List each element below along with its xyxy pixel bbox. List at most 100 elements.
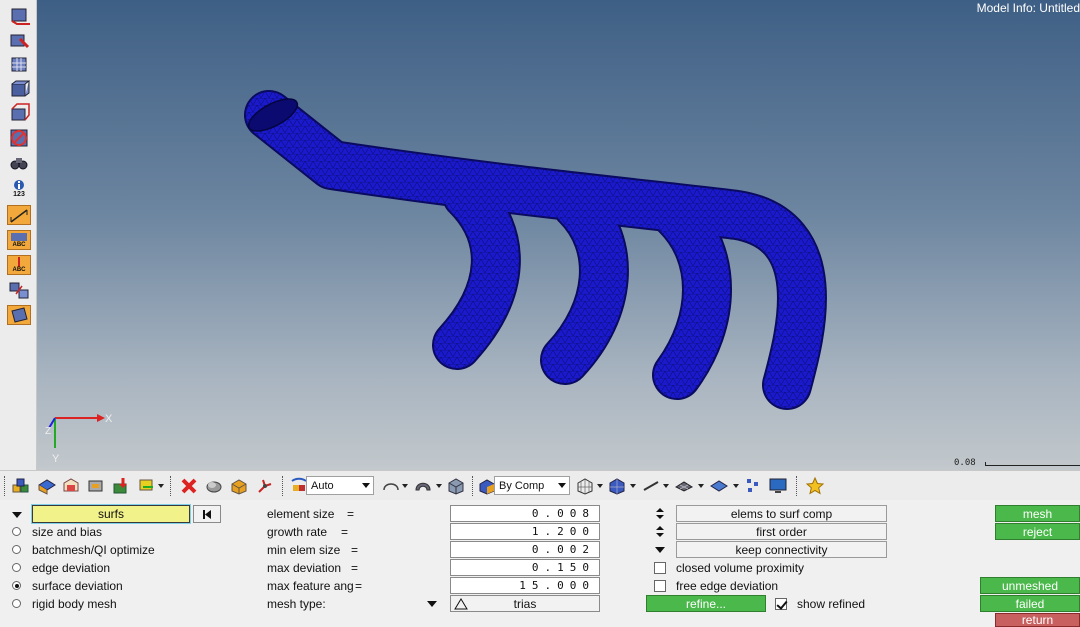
order-toggle[interactable] [648,523,672,540]
radio-button[interactable] [12,527,21,536]
chevron-down-icon [427,600,437,607]
1d-element-icon[interactable] [640,475,662,497]
load-collectors-icon[interactable] [110,475,132,497]
3d-element-icon[interactable] [708,475,730,497]
chevron-down-icon [558,483,566,488]
assemblies-icon[interactable] [36,475,58,497]
radio-rigid-body-mesh[interactable]: rigid body mesh [12,595,117,612]
hide-icon[interactable] [203,475,225,497]
mesh-button[interactable]: mesh [995,505,1080,522]
mesh-shaded-icon[interactable] [606,475,628,497]
failed-button[interactable]: failed [980,595,1080,612]
info-123-icon[interactable]: 123 [7,176,31,202]
axis-z-label: Z [45,426,51,437]
refine-button[interactable]: refine... [646,595,766,612]
radio-batchmesh-optimize[interactable]: batchmesh/QI optimize [12,541,155,558]
abc-marker-icon[interactable]: ABC [7,255,31,275]
midsurface-icon[interactable] [7,103,31,123]
elems-to-toggle[interactable] [648,505,672,522]
checkbox-label: show refined [797,596,866,611]
mesh-lines-dropdown[interactable] [597,484,603,488]
element-size-label: element size [267,506,335,521]
star-icon[interactable] [804,475,826,497]
free-edge-deviation-option[interactable]: free edge deviation [654,577,778,594]
color-mode-select[interactable]: By Comp [494,476,570,495]
radio-surface-deviation[interactable]: surface deviation [12,577,123,594]
radio-edge-deviation[interactable]: edge deviation [12,559,110,576]
element-size-input[interactable]: 0.008 [450,505,600,522]
return-button[interactable]: return [995,613,1080,627]
shaded-dropdown[interactable] [436,484,442,488]
radio-button[interactable] [12,545,21,554]
radio-button[interactable] [12,581,21,590]
display-mode-select[interactable]: Auto [306,476,374,495]
reset-selection-button[interactable] [193,505,221,523]
closed-volume-proximity-option[interactable]: closed volume proximity [654,559,804,576]
first-order-button[interactable]: first order [676,523,887,540]
show-refined-checkbox[interactable] [775,597,787,610]
1d-element-dropdown[interactable] [663,484,669,488]
transform-icon[interactable] [7,280,31,300]
min-elem-size-input[interactable]: 0.002 [450,541,600,558]
closed-volume-proximity-checkbox[interactable] [654,561,666,574]
wireframe-dropdown[interactable] [402,484,408,488]
keep-connectivity-button[interactable]: keep connectivity [676,541,887,558]
load-steps-icon[interactable] [136,475,158,497]
growth-rate-input[interactable]: 1.200 [450,523,600,540]
mesh-type-field[interactable]: trias [450,595,600,612]
abc-label-icon[interactable]: ABC [7,230,31,250]
radio-size-and-bias[interactable]: size and bias [12,523,102,540]
plane-icon[interactable] [7,305,31,325]
scale-value: 0.08 [954,458,976,468]
2d-element-dropdown[interactable] [698,484,704,488]
wireframe-shape-icon[interactable] [380,475,402,497]
surfs-selector-button[interactable]: surfs [31,504,191,524]
radio-label: rigid body mesh [32,596,117,611]
mesh-type-dropdown[interactable] [421,595,443,612]
up-down-icon [656,508,664,519]
entity-type-dropdown[interactable] [6,506,28,523]
mesh-shaded-dropdown[interactable] [630,484,636,488]
properties-icon[interactable] [60,475,82,497]
color-mode-value: By Comp [499,479,545,492]
shaded-shape-icon[interactable] [412,475,434,497]
growth-rate-label: growth rate [267,524,328,539]
monitor-icon[interactable] [767,475,789,497]
info-label: 123 [13,191,25,198]
radio-button[interactable] [12,563,21,572]
mesh-lines-icon[interactable] [574,475,596,497]
nodes-icon[interactable] [742,475,764,497]
max-feature-ang-input[interactable]: 15.000 [450,577,600,594]
solid-box-icon[interactable] [445,475,467,497]
3d-element-dropdown[interactable] [733,484,739,488]
unmeshed-button[interactable]: unmeshed [980,577,1080,594]
show-icon[interactable] [228,475,250,497]
measure-icon[interactable] [7,205,31,225]
abc-text: ABC [12,241,26,248]
elems-to-surf-comp-button[interactable]: elems to surf comp [676,505,887,522]
components-icon[interactable] [10,475,32,497]
show-refined-option[interactable]: show refined [775,595,865,612]
graphics-viewport[interactable]: X Y Z Model Info: Untitled 0.08 [37,0,1080,470]
no-entry-icon[interactable] [7,128,31,148]
reject-button[interactable]: reject [995,523,1080,540]
load-steps-dropdown[interactable] [158,484,164,488]
connectivity-dropdown[interactable] [648,541,672,558]
surface-tool-icon[interactable] [7,6,31,26]
triangle-icon [454,598,468,610]
radio-button[interactable] [12,599,21,608]
2d-element-icon[interactable] [673,475,695,497]
checkbox-label: closed volume proximity [676,560,805,575]
materials-icon[interactable] [85,475,107,497]
binoculars-icon[interactable] [7,153,31,173]
max-deviation-eq: = [351,560,359,575]
surface-edit-icon[interactable] [7,31,31,51]
solid-icon[interactable] [7,79,31,99]
find-attached-icon[interactable] [254,475,276,497]
chevron-down-icon [12,511,22,518]
chevron-down-icon [362,483,370,488]
delete-icon[interactable] [178,475,200,497]
max-deviation-input[interactable]: 0.150 [450,559,600,576]
shrink-wrap-icon[interactable] [7,55,31,75]
free-edge-deviation-checkbox[interactable] [654,579,666,592]
